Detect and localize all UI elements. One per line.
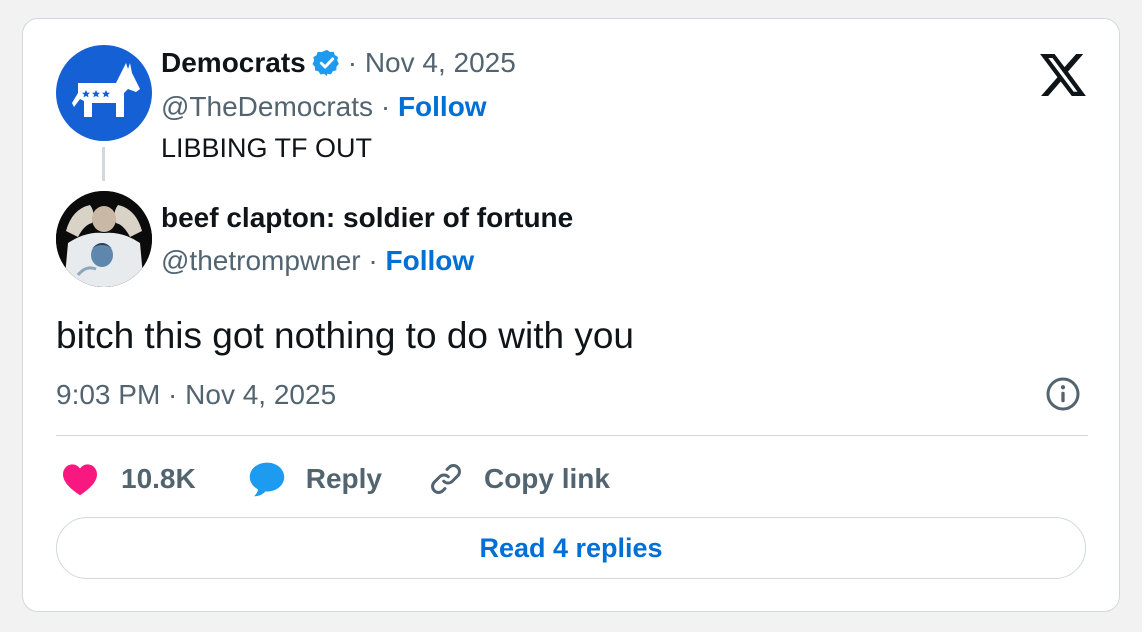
reply-author-name[interactable]: beef clapton: soldier of fortune [161, 202, 573, 234]
heart-icon [63, 464, 97, 496]
parent-handle-line: @TheDemocrats · Follow [161, 91, 487, 123]
info-icon[interactable] [1045, 376, 1081, 412]
donkey-logo-icon [72, 63, 140, 117]
divider [56, 435, 1088, 436]
like-count: 10.8K [121, 463, 196, 494]
read-replies-button[interactable]: Read 4 replies [56, 517, 1086, 579]
copy-link-label: Copy link [483, 463, 610, 494]
tweet-body-text: bitch this got nothing to do with you [56, 315, 634, 356]
parent-follow-link[interactable]: Follow [398, 91, 487, 122]
link-icon [431, 464, 461, 494]
parent-tweet-header: Democrats · Nov 4, 2025 [161, 47, 516, 79]
copy-link-button[interactable]: Copy link [428, 461, 610, 497]
reply-button[interactable]: Reply [248, 461, 382, 497]
reply-author-avatar[interactable] [56, 191, 152, 287]
action-bar: 10.8K Reply Copy link [61, 457, 610, 501]
reply-author-handle[interactable]: @thetrompwner [161, 245, 361, 276]
parent-author-name[interactable]: Democrats [161, 47, 306, 79]
like-button[interactable]: 10.8K [61, 462, 196, 496]
embedded-tweet-card: Democrats · Nov 4, 2025 @TheDemocrats · … [22, 18, 1120, 612]
tweet-timestamp[interactable]: 9:03 PM · Nov 4, 2025 [56, 379, 336, 411]
reply-follow-link[interactable]: Follow [386, 245, 475, 276]
handle-separator: · [373, 91, 398, 122]
reply-handle-line: @thetrompwner · Follow [161, 245, 474, 277]
verified-badge-icon [312, 49, 339, 77]
x-logo-icon[interactable] [1040, 54, 1086, 96]
parent-tweet-text: LIBBING TF OUT [161, 133, 373, 163]
parent-author-handle[interactable]: @TheDemocrats [161, 91, 373, 122]
reply-label: Reply [305, 463, 382, 494]
profile-photo [56, 191, 152, 287]
handle-separator: · [360, 245, 386, 276]
thread-connector-line [102, 147, 105, 181]
parent-tweet-date[interactable]: · Nov 4, 2025 [348, 47, 516, 79]
democrats-avatar[interactable] [56, 45, 152, 141]
speech-bubble-icon [249, 462, 284, 497]
